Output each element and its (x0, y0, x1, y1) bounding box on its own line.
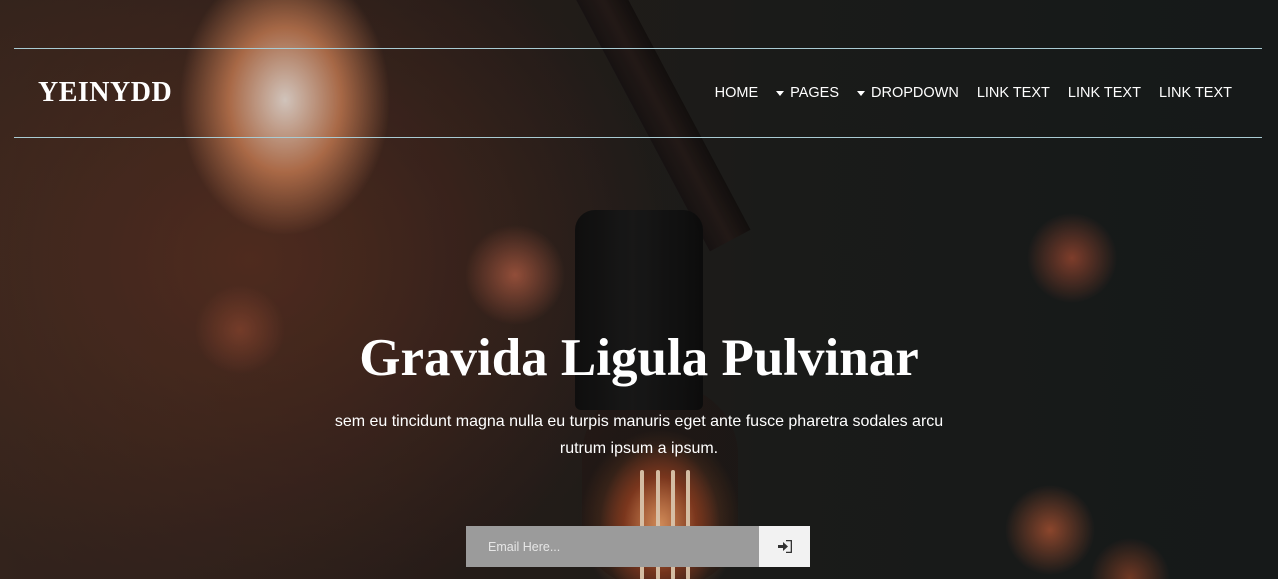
hero-title: Gravida Ligula Pulvinar (359, 329, 919, 387)
nav-item-label: PAGES (790, 85, 839, 101)
nav-item-label: DROPDOWN (871, 85, 959, 101)
subscribe-form (466, 526, 810, 567)
caret-down-icon (857, 90, 865, 96)
nav-item-label: HOME (714, 85, 759, 101)
nav-item-link-3[interactable]: LINK TEXT (1159, 85, 1232, 101)
nav-item-dropdown[interactable]: DROPDOWN (857, 85, 959, 101)
nav-item-label: LINK TEXT (1158, 85, 1232, 101)
subscribe-button[interactable] (759, 526, 810, 567)
brand-logo[interactable]: YEINYDD (38, 77, 172, 109)
nav-item-link-2[interactable]: LINK TEXT (1068, 85, 1141, 101)
nav-item-pages[interactable]: PAGES (776, 85, 839, 101)
nav-menu: HOME PAGES DROPDOWN LINK TEXT LINK TEXT … (715, 85, 1232, 101)
email-input[interactable] (466, 526, 759, 567)
hero-subtitle: sem eu tincidunt magna nulla eu turpis m… (334, 413, 944, 457)
nav-item-label: LINK TEXT (1067, 85, 1141, 101)
navbar: YEINYDD HOME PAGES DROPDOWN LINK TEXT LI… (14, 48, 1262, 138)
caret-down-icon (776, 90, 785, 96)
nav-item-link-1[interactable]: LINK TEXT (977, 85, 1050, 101)
sign-in-icon (777, 540, 792, 553)
nav-item-label: LINK TEXT (976, 85, 1050, 101)
nav-item-home[interactable]: HOME (715, 85, 759, 101)
